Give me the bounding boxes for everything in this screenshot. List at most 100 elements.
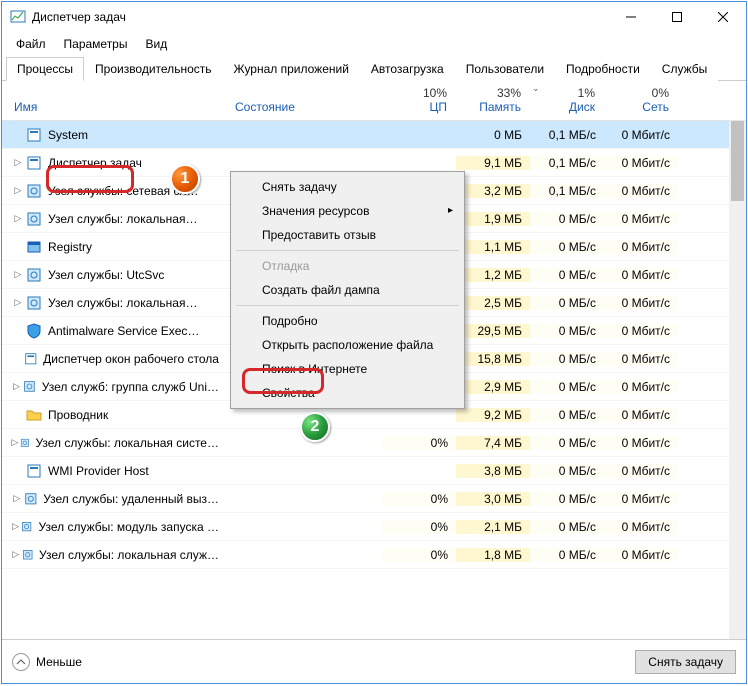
process-icon [26,127,42,143]
process-icon [24,491,38,507]
cell-memory: 29,5 МБ [456,324,530,338]
process-icon [26,463,42,479]
vertical-scrollbar[interactable] [729,121,746,639]
process-name: WMI Provider Host [48,464,149,478]
col-disk[interactable]: ⌄1%Диск [530,81,604,120]
context-menu: Снять задачуЗначения ресурсов▸Предостави… [230,171,465,409]
tab-1[interactable]: Производительность [84,57,222,81]
table-row[interactable]: ▷Узел службы: модуль запуска …0%2,1 МБ0 … [2,513,746,541]
process-name: Узел служб: группа служб Uni… [42,380,219,394]
expand-icon[interactable]: ▷ [10,297,26,308]
menu-item[interactable]: Создать файл дампа [234,278,461,302]
menu-view[interactable]: Вид [137,35,175,53]
tab-6[interactable]: Службы [651,57,718,81]
process-icon [26,155,42,171]
col-cpu[interactable]: 10%ЦП [382,81,456,120]
cell-network: 0 Мбит/с [604,352,678,366]
cell-memory: 9,1 МБ [456,156,530,170]
cell-cpu: 0% [382,548,456,562]
cell-memory: 3,8 МБ [456,464,530,478]
cell-memory: 1,9 МБ [456,212,530,226]
menu-item[interactable]: Подробно [234,309,461,333]
menu-item[interactable]: Значения ресурсов▸ [234,199,461,223]
process-name: Узел службы: локальная систе… [35,436,219,450]
step-badge-1: 1 [170,164,200,194]
col-memory[interactable]: 33%Память [456,81,530,120]
process-icon [26,211,42,227]
process-icon [26,183,42,199]
titlebar[interactable]: Диспетчер задач [2,2,746,32]
cell-disk: 0 МБ/с [530,352,604,366]
menu-item[interactable]: Свойства [234,381,461,405]
submenu-arrow-icon: ▸ [448,205,453,216]
scrollbar-thumb[interactable] [731,121,744,201]
fewer-details-button[interactable]: Меньше [12,653,82,671]
process-name: Проводник [48,408,108,422]
cell-network: 0 Мбит/с [604,492,678,506]
process-name: Диспетчер задач [48,156,142,170]
cell-disk: 0 МБ/с [530,492,604,506]
expand-icon[interactable]: ▷ [10,521,21,532]
close-button[interactable] [700,2,746,32]
process-icon [21,519,32,535]
expand-icon[interactable]: ▷ [10,213,26,224]
table-row[interactable]: System0 МБ0,1 МБ/с0 Мбит/с [2,121,746,149]
minimize-button[interactable] [608,2,654,32]
cell-network: 0 Мбит/с [604,268,678,282]
menubar: Файл Параметры Вид [2,32,746,56]
process-name: Узел службы: модуль запуска … [39,520,219,534]
cell-network: 0 Мбит/с [604,380,678,394]
process-name: Узел службы: локальная служ… [39,548,219,562]
menu-item[interactable]: Открыть расположение файла [234,333,461,357]
process-name: Узел службы: локальная… [48,296,197,310]
expand-icon[interactable]: ▷ [10,157,26,168]
tab-3[interactable]: Автозагрузка [360,57,455,81]
menu-item[interactable]: Снять задачу [234,175,461,199]
cell-network: 0 Мбит/с [604,548,678,562]
cell-network: 0 Мбит/с [604,128,678,142]
menu-item[interactable]: Предоставить отзыв [234,223,461,247]
tab-0[interactable]: Процессы [6,57,84,81]
tab-5[interactable]: Подробности [555,57,651,81]
cell-cpu: 0% [382,436,456,450]
table-row[interactable]: ▷ Узел службы: локальная систе… 0%7,4 МБ 0 … [2,429,746,457]
cell-disk: 0,1 МБ/с [530,156,604,170]
cell-disk: 0 МБ/с [530,324,604,338]
process-icon [24,351,38,367]
menu-file[interactable]: Файл [8,35,54,53]
cell-disk: 0 МБ/с [530,464,604,478]
expand-icon[interactable]: ▷ [10,269,26,280]
menu-options[interactable]: Параметры [56,35,136,53]
cell-memory: 7,4 МБ [456,436,530,450]
cell-memory: 9,2 МБ [456,408,530,422]
col-network[interactable]: 0%Сеть [604,81,678,120]
table-row[interactable]: ▷Узел службы: локальная служ…0%1,8 МБ0 М… [2,541,746,569]
cell-network: 0 Мбит/с [604,324,678,338]
app-icon [10,9,26,25]
col-state[interactable]: Состояние [227,81,382,120]
col-name[interactable]: Имя [2,81,227,120]
tab-2[interactable]: Журнал приложений [223,57,360,81]
expand-icon[interactable]: ▷ [10,381,23,392]
table-row[interactable]: WMI Provider Host3,8 МБ0 МБ/с0 Мбит/с [2,457,746,485]
menu-item: Отладка [234,254,461,278]
expand-icon[interactable]: ▷ [10,437,20,448]
tab-4[interactable]: Пользователи [455,57,555,81]
process-name: Antimalware Service Exec… [48,324,199,338]
step-badge-2: 2 [300,412,330,442]
expand-icon[interactable]: ▷ [10,185,26,196]
expand-icon[interactable]: ▷ [10,493,24,504]
expand-icon[interactable]: ▷ [10,549,22,560]
menu-item[interactable]: Поиск в Интернете [234,357,461,381]
cell-network: 0 Мбит/с [604,436,678,450]
cell-memory: 2,1 МБ [456,520,530,534]
cell-disk: 0 МБ/с [530,380,604,394]
cell-disk: 0 МБ/с [530,408,604,422]
end-task-button[interactable]: Снять задачу [635,650,736,674]
cell-network: 0 Мбит/с [604,156,678,170]
maximize-button[interactable] [654,2,700,32]
table-row[interactable]: ▷Узел службы: удаленный выз…0%3,0 МБ0 МБ… [2,485,746,513]
window-title: Диспетчер задач [32,10,608,24]
process-icon [22,547,34,563]
cell-network: 0 Мбит/с [604,212,678,226]
